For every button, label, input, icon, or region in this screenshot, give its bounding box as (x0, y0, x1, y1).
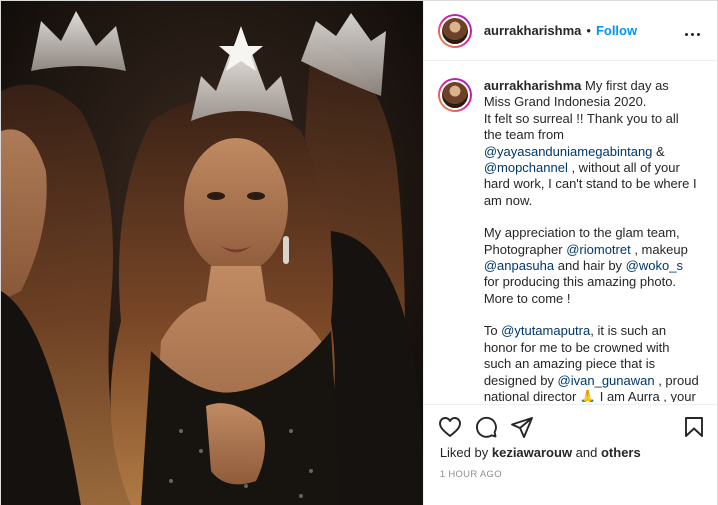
post-header: aurrakharishma • Follow (423, 1, 717, 61)
follow-button[interactable]: Follow (596, 23, 637, 38)
caption-text-2b: , makeup (630, 241, 688, 257)
instagram-post: aurrakharishma • Follow aurrakharishma M… (0, 0, 718, 505)
post-timestamp[interactable]: 1 HOUR AGO (440, 469, 502, 480)
caption-avatar[interactable] (437, 78, 472, 112)
likes-summary: Liked by keziawarouw and others (440, 445, 641, 460)
mention-link[interactable]: @ivan_gunawan (558, 373, 655, 388)
mention-link[interactable]: @mopchannel (484, 160, 568, 175)
heart-icon[interactable] (438, 415, 462, 439)
photo-illustration (1, 1, 423, 505)
header-separator: • (586, 23, 591, 38)
caption-text-2d: for producing this amazing photo. More t… (483, 274, 677, 306)
share-icon[interactable] (510, 415, 534, 439)
post-side-panel: aurrakharishma • Follow aurrakharishma M… (422, 1, 717, 505)
likes-prefix: Liked by (439, 445, 492, 460)
caption-area[interactable]: aurrakharishma My first day as Miss Gran… (424, 62, 717, 402)
liked-by-user-link[interactable]: keziawarouw (492, 445, 572, 460)
caption-paragraph-2: My appreciation to the glam team, Photog… (484, 225, 699, 307)
mention-link[interactable]: @riomotret (566, 242, 631, 257)
header-username[interactable]: aurrakharishma (484, 23, 582, 38)
caption-text-1b: It felt so surreal !! Thank you to all t… (483, 110, 679, 143)
mention-link[interactable]: @anpasuha (484, 258, 554, 273)
caption-paragraph-3: To @ytutamaputra, it is such an honor fo… (484, 323, 699, 402)
mention-link[interactable]: @woko_s (626, 258, 683, 273)
action-bar (423, 404, 717, 444)
caption-row: aurrakharishma My first day as Miss Gran… (437, 78, 703, 402)
likes-others-link[interactable]: others (601, 445, 641, 460)
caption-paragraph-1: aurrakharishma My first day as Miss Gran… (484, 78, 699, 209)
caption-text-3a: To (483, 323, 502, 339)
mention-link[interactable]: @yayasanduniamegabintang (484, 144, 653, 159)
mention-link[interactable]: @ytutamaputra (501, 323, 590, 338)
post-photo[interactable] (1, 1, 423, 505)
bookmark-icon[interactable] (682, 415, 706, 439)
caption-text-1c: & (652, 143, 665, 159)
caption-username[interactable]: aurrakharishma (484, 78, 582, 93)
more-options-icon[interactable] (685, 23, 703, 39)
caption-text-2c: and hair by (554, 258, 626, 274)
avatar[interactable] (437, 13, 472, 48)
comment-icon[interactable] (474, 415, 498, 439)
likes-middle: and (572, 445, 601, 460)
caption-text: aurrakharishma My first day as Miss Gran… (484, 78, 699, 402)
